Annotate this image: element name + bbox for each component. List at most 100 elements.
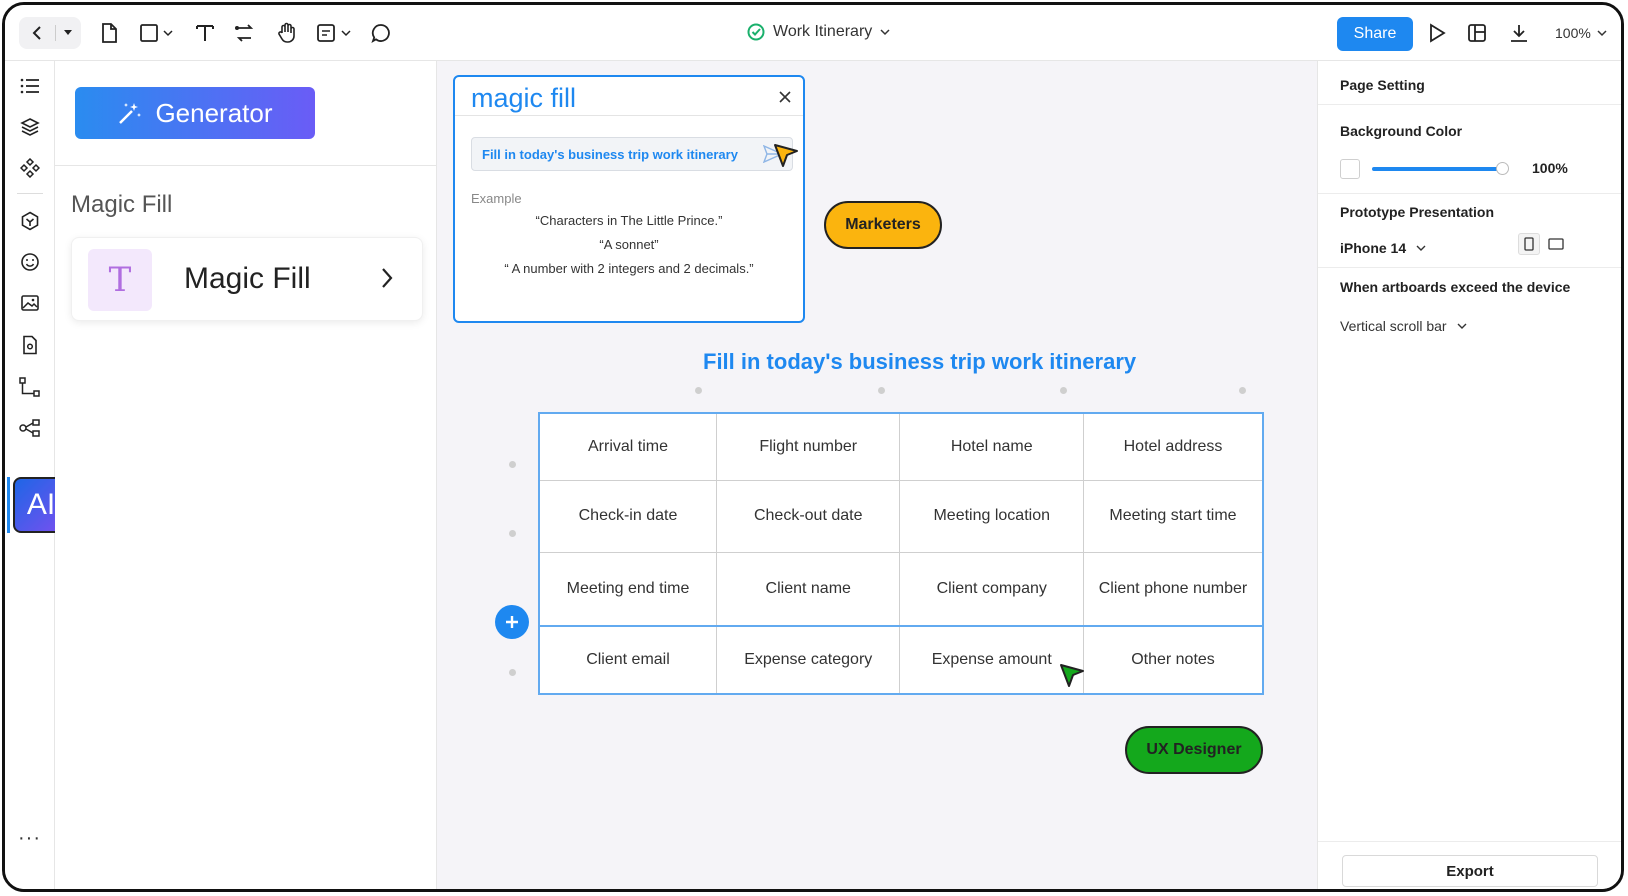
canvas[interactable]: magic fill Fill in today's business trip… [437, 61, 1317, 889]
device-select[interactable]: iPhone 14 [1340, 240, 1426, 256]
back-button[interactable] [19, 17, 55, 49]
row-handle[interactable] [509, 461, 516, 468]
layers-icon [20, 118, 40, 136]
column-handle[interactable] [695, 387, 702, 394]
list-icon [20, 78, 39, 94]
add-row-button[interactable] [495, 605, 529, 639]
assets-button[interactable] [18, 209, 42, 233]
example-item[interactable]: “ A number with 2 integers and 2 decimal… [455, 261, 803, 276]
top-toolbar: Work Itinerary Share 100% [5, 5, 1621, 61]
chevron-down-icon [1457, 323, 1467, 329]
active-indicator [7, 477, 10, 533]
magic-fill-label: Magic Fill [184, 262, 311, 295]
table-row: Meeting end time Client name Client comp… [538, 551, 1264, 627]
image-icon [21, 295, 39, 311]
table-row: Arrival time Flight number Hotel name Ho… [538, 412, 1264, 481]
table-cell[interactable]: Flight number [715, 412, 901, 481]
chevron-right-icon [382, 268, 393, 288]
generator-button[interactable]: Generator [75, 87, 315, 139]
outline-button[interactable] [18, 74, 42, 98]
phone-landscape-icon [1548, 238, 1564, 250]
prototype-presentation-title: Prototype Presentation [1340, 204, 1495, 220]
table-cell[interactable]: Client phone number [1082, 551, 1264, 627]
table-cell[interactable]: Expense category [715, 625, 901, 695]
properties-panel: Page Setting Background Color 100% Proto… [1317, 61, 1621, 889]
components-button[interactable] [18, 156, 42, 180]
sticky-note-icon [317, 24, 351, 42]
app-window: Work Itinerary Share 100% AI ··· Generat… [2, 2, 1624, 892]
icons-button[interactable] [18, 250, 42, 274]
table-title[interactable]: Fill in today's business trip work itine… [703, 349, 1136, 375]
download-icon [1511, 25, 1527, 42]
comment-tool[interactable] [369, 19, 393, 47]
table-cell[interactable]: Expense amount [899, 625, 1084, 695]
templates-button[interactable] [18, 333, 42, 357]
magic-fill-card[interactable]: T Magic Fill [71, 237, 423, 321]
layout-button[interactable] [1465, 19, 1489, 47]
generator-label: Generator [155, 97, 273, 128]
layers-button[interactable] [18, 115, 42, 139]
table-cell[interactable]: Meeting end time [538, 551, 717, 627]
flow-icon [19, 377, 40, 397]
prompt-input[interactable]: Fill in today's business trip work itine… [471, 137, 793, 171]
text-icon [196, 25, 214, 41]
hand-tool[interactable] [275, 19, 299, 47]
close-button[interactable] [779, 87, 791, 108]
shape-tool[interactable] [137, 19, 177, 47]
scroll-option-select[interactable]: Vertical scroll bar [1340, 318, 1467, 334]
portrait-toggle[interactable] [1518, 233, 1540, 255]
divider [55, 165, 436, 166]
column-handle[interactable] [1060, 387, 1067, 394]
ai-panel: Generator Magic Fill T Magic Fill [55, 61, 437, 889]
page-tool[interactable] [97, 19, 121, 47]
share-button[interactable]: Share [1337, 17, 1413, 51]
table-cell[interactable]: Check-out date [715, 479, 901, 553]
row-handle[interactable] [509, 669, 516, 676]
exceed-device-title: When artboards exceed the device [1340, 279, 1571, 295]
row-handle[interactable] [509, 530, 516, 537]
table-cell[interactable]: Other notes [1082, 625, 1264, 695]
itinerary-table[interactable]: Arrival time Flight number Hotel name Ho… [538, 412, 1264, 695]
history-dropdown[interactable] [56, 17, 80, 49]
document-title[interactable]: Work Itinerary [747, 23, 890, 41]
table-cell[interactable]: Client name [715, 551, 901, 627]
column-handle[interactable] [1239, 387, 1246, 394]
connector-tool[interactable] [233, 19, 257, 47]
share-nodes-icon [19, 419, 40, 437]
opacity-value[interactable]: 100% [1532, 160, 1568, 176]
background-color-label: Background Color [1340, 123, 1463, 139]
divider [1318, 193, 1621, 194]
opacity-slider[interactable] [1372, 167, 1502, 171]
landscape-toggle[interactable] [1548, 237, 1564, 255]
table-cell[interactable]: Client email [538, 625, 717, 695]
table-cell[interactable]: Meeting location [899, 479, 1084, 553]
back-button-group [19, 17, 81, 49]
download-button[interactable] [1507, 19, 1531, 47]
opacity-slider-thumb[interactable] [1496, 162, 1509, 175]
table-cell[interactable]: Arrival time [538, 412, 717, 481]
table-cell[interactable]: Check-in date [538, 479, 717, 553]
example-item[interactable]: “Characters in The Little Prince.” [455, 213, 803, 228]
mindmap-button[interactable] [18, 416, 42, 440]
more-button[interactable]: ··· [18, 827, 41, 850]
play-button[interactable] [1425, 19, 1449, 47]
table-cell[interactable]: Hotel address [1082, 412, 1264, 481]
marketers-collaborator-tag: Marketers [824, 201, 942, 249]
ux-designer-collaborator-tag: UX Designer [1125, 726, 1263, 774]
table-cell[interactable]: Hotel name [899, 412, 1084, 481]
example-item[interactable]: “A sonnet” [455, 237, 803, 252]
background-color-swatch[interactable] [1340, 159, 1360, 179]
file-settings-icon [23, 335, 37, 355]
table-cell[interactable]: Meeting start time [1082, 479, 1264, 553]
chevron-down-icon [1597, 30, 1607, 37]
magic-wand-icon [119, 103, 142, 124]
phone-portrait-icon [1524, 237, 1534, 251]
note-tool[interactable] [315, 19, 355, 47]
interactions-button[interactable] [18, 375, 42, 399]
zoom-dropdown[interactable]: 100% [1555, 25, 1607, 41]
images-button[interactable] [18, 291, 42, 315]
export-button[interactable]: Export [1342, 855, 1598, 887]
text-tool[interactable] [193, 19, 217, 47]
column-handle[interactable] [878, 387, 885, 394]
table-cell[interactable]: Client company [899, 551, 1084, 627]
